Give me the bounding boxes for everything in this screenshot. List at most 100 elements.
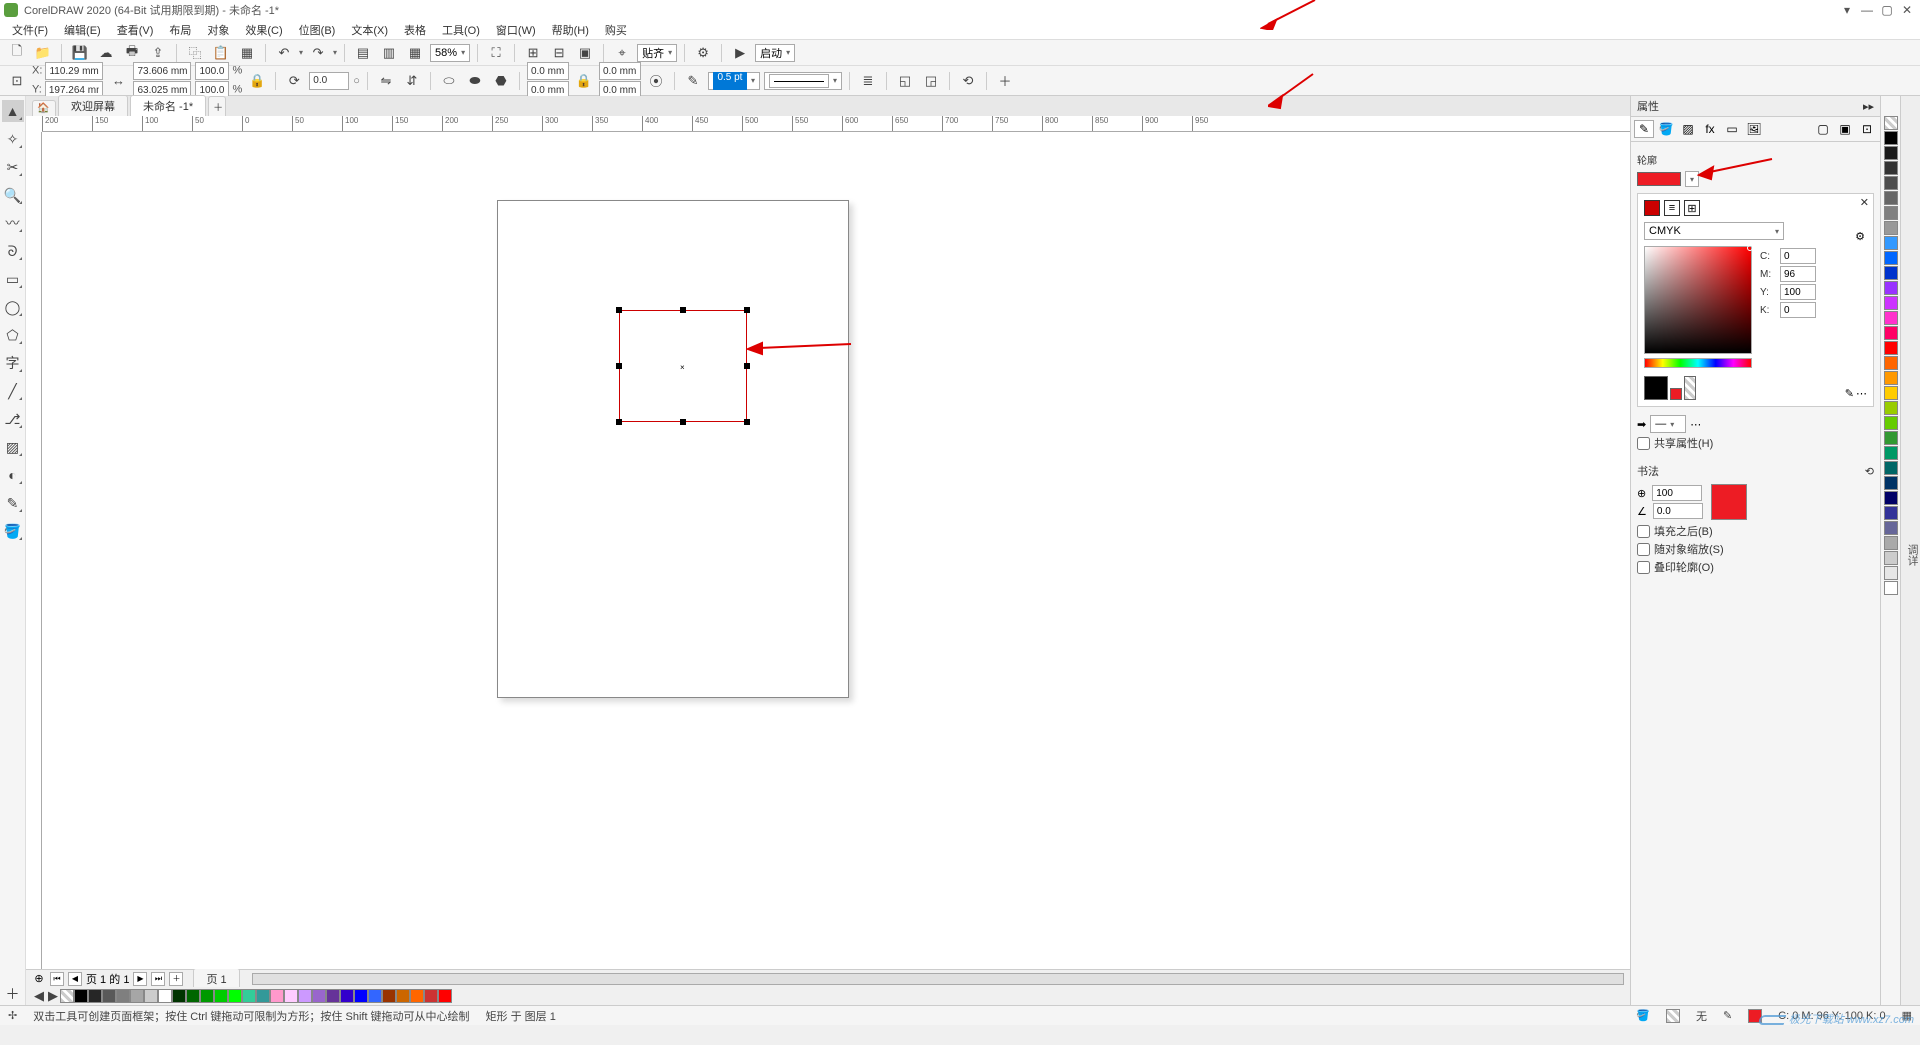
transparency-tool[interactable]: ◐ [2,464,24,486]
options-button[interactable]: ⚙ [692,42,714,64]
picker-mode-solid[interactable] [1644,200,1660,216]
side-palette-swatch[interactable] [1884,116,1898,130]
side-palette-swatch[interactable] [1884,131,1898,145]
launch-icon[interactable]: ▶ [729,42,751,64]
overprint-checkbox[interactable] [1637,561,1650,574]
palette-swatch[interactable] [382,989,396,1003]
page-add-icon[interactable]: ⊕ [32,972,46,986]
corner-round-icon[interactable]: ⬭ [438,70,460,92]
side-palette-swatch[interactable] [1884,476,1898,490]
handle-bottom-right[interactable] [744,419,750,425]
side-palette-swatch[interactable] [1884,536,1898,550]
yellow-input[interactable] [1780,284,1816,300]
toolbox-add[interactable]: ＋ [2,983,24,1005]
page-tab[interactable]: 页 1 [193,968,239,989]
freehand-tool[interactable]: 〰 [2,212,24,234]
close-button[interactable]: ✕ [1898,3,1916,17]
paste-button[interactable]: 📋 [210,42,232,64]
menu-o[interactable]: 工具(O) [434,22,488,38]
canvas[interactable]: × [42,132,1630,969]
scale-with-object-checkbox[interactable] [1637,543,1650,556]
zoom-tool[interactable]: 🔍 [2,184,24,206]
palette-swatch[interactable] [130,989,144,1003]
print-button[interactable]: 🖶 [121,42,143,64]
snap-dropdown[interactable]: 贴齐▾ [637,44,677,62]
side-palette-swatch[interactable] [1884,236,1898,250]
x-position-input[interactable] [45,62,103,80]
side-palette-swatch[interactable] [1884,401,1898,415]
handle-top-center[interactable] [680,307,686,313]
new-tab-button[interactable]: ＋ [208,96,226,116]
side-palette-swatch[interactable] [1884,146,1898,160]
handle-top-left[interactable] [616,307,622,313]
new-button[interactable]: 🗋 [6,42,28,64]
color-options-icon[interactable]: ⚙ [1855,230,1865,243]
home-tab[interactable]: 🏠 [32,100,56,116]
text-tool[interactable]: 字 [2,352,24,374]
ellipse-tool[interactable]: ◯ [2,296,24,318]
line-style-select[interactable]: —▾ [1650,415,1686,433]
side-palette-swatch[interactable] [1884,311,1898,325]
side-palette-swatch[interactable] [1884,386,1898,400]
side-palette-swatch[interactable] [1884,176,1898,190]
relative-corner-icon[interactable]: ⦿ [645,70,667,92]
stretch-input[interactable] [1652,485,1702,501]
fx-tab[interactable]: fx [1700,120,1720,138]
palette-nav-right[interactable]: ▶ [46,985,60,1007]
corner-chamfer-icon[interactable]: ⬣ [490,70,512,92]
fill-tool[interactable]: 🪣 [2,520,24,542]
side-palette-swatch[interactable] [1884,371,1898,385]
docker-tabs[interactable]: 调详 [1900,96,1920,1005]
page-icon[interactable]: ▦ [404,42,426,64]
side-palette-swatch[interactable] [1884,566,1898,580]
magenta-input[interactable] [1780,266,1816,282]
side-palette-swatch[interactable] [1884,521,1898,535]
menu-[interactable]: 对象 [199,22,237,38]
side-palette-swatch[interactable] [1884,491,1898,505]
vertical-ruler[interactable] [26,132,42,969]
palette-swatch[interactable] [60,989,74,1003]
color-model-dropdown[interactable]: CMYK▾ [1644,222,1784,240]
fill-none-swatch[interactable] [1666,1009,1680,1023]
palette-swatch[interactable] [326,989,340,1003]
h-scrollbar[interactable] [252,973,1624,985]
palette-swatch[interactable] [368,989,382,1003]
tab-end-3[interactable]: ⊡ [1857,120,1877,138]
selected-rectangle[interactable]: × [619,310,747,422]
outline-color-dropdown[interactable]: ▾ [1685,171,1699,187]
snap-icon[interactable]: ▣ [574,42,596,64]
dimension-tool[interactable]: ╱ [2,380,24,402]
side-palette-swatch[interactable] [1884,221,1898,235]
palette-swatch[interactable] [438,989,452,1003]
palette-swatch[interactable] [88,989,102,1003]
handle-bottom-center[interactable] [680,419,686,425]
menu-[interactable]: 表格 [396,22,434,38]
outline-color-swatch[interactable] [1637,172,1681,186]
tab-end-1[interactable]: ▢ [1813,120,1833,138]
welcome-tab[interactable]: 欢迎屏幕 [58,95,128,116]
crop-tool[interactable]: ✂ [2,156,24,178]
palette-swatch[interactable] [172,989,186,1003]
copy-button[interactable]: ⿻ [184,42,206,64]
palette-swatch[interactable] [354,989,368,1003]
object-origin-icon[interactable]: ⊡ [6,70,28,92]
rotation-input[interactable] [309,72,349,90]
palette-swatch[interactable] [340,989,354,1003]
side-palette-swatch[interactable] [1884,191,1898,205]
maximize-button[interactable]: ▢ [1878,3,1896,17]
scale-x-input[interactable] [195,62,229,80]
palette-swatch[interactable] [424,989,438,1003]
clipboard-icon[interactable]: ▦ [236,42,258,64]
picker-mode-swatches[interactable]: ⊞ [1684,200,1700,216]
palette-swatch[interactable] [214,989,228,1003]
cyan-input[interactable] [1780,248,1816,264]
menu-f[interactable]: 文件(F) [4,22,56,38]
palette-swatch[interactable] [242,989,256,1003]
next-page-button[interactable]: ▶ [133,972,147,986]
grid-icon[interactable]: ▤ [352,42,374,64]
zoom-dropdown[interactable]: 58%▾ [430,44,470,62]
line-style-dropdown[interactable]: ▾ [764,72,842,90]
palette-swatch[interactable] [312,989,326,1003]
add-page-button[interactable]: ＋ [169,972,183,986]
picker-mode-sliders[interactable]: ≡ [1664,200,1680,216]
